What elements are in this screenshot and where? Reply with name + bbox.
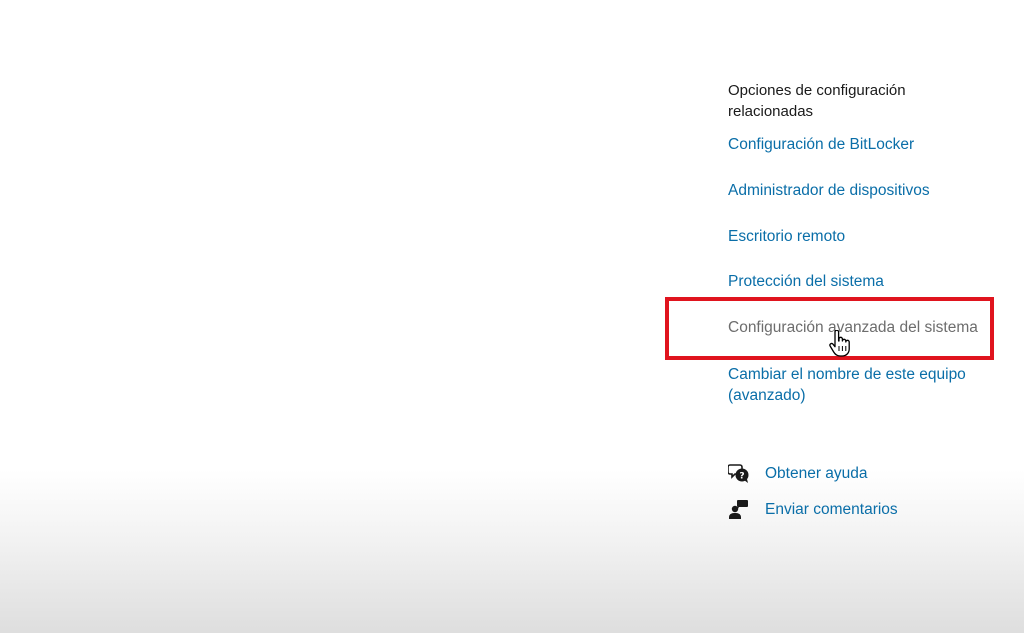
feedback-person-icon <box>728 498 750 520</box>
get-help-link[interactable]: Obtener ayuda <box>765 463 868 484</box>
get-help-row[interactable]: ? Obtener ayuda <box>727 462 868 484</box>
svg-text:?: ? <box>739 472 744 482</box>
system-protection-link[interactable]: Protección del sistema <box>728 271 884 292</box>
related-settings-panel: Opciones de configuración relacionadas C… <box>727 80 1018 519</box>
device-manager-link[interactable]: Administrador de dispositivos <box>728 180 930 201</box>
send-feedback-row[interactable]: Enviar comentarios <box>728 498 898 520</box>
rename-pc-advanced-link[interactable]: Cambiar el nombre de este equipo (avanza… <box>728 364 998 406</box>
help-chat-icon: ? <box>727 462 750 484</box>
related-settings-heading: Opciones de configuración relacionadas <box>728 82 906 120</box>
hand-pointer-cursor-icon <box>828 329 852 358</box>
bitlocker-settings-link[interactable]: Configuración de BitLocker <box>728 134 914 155</box>
send-feedback-link[interactable]: Enviar comentarios <box>765 499 898 520</box>
remote-desktop-link[interactable]: Escritorio remoto <box>728 226 845 247</box>
